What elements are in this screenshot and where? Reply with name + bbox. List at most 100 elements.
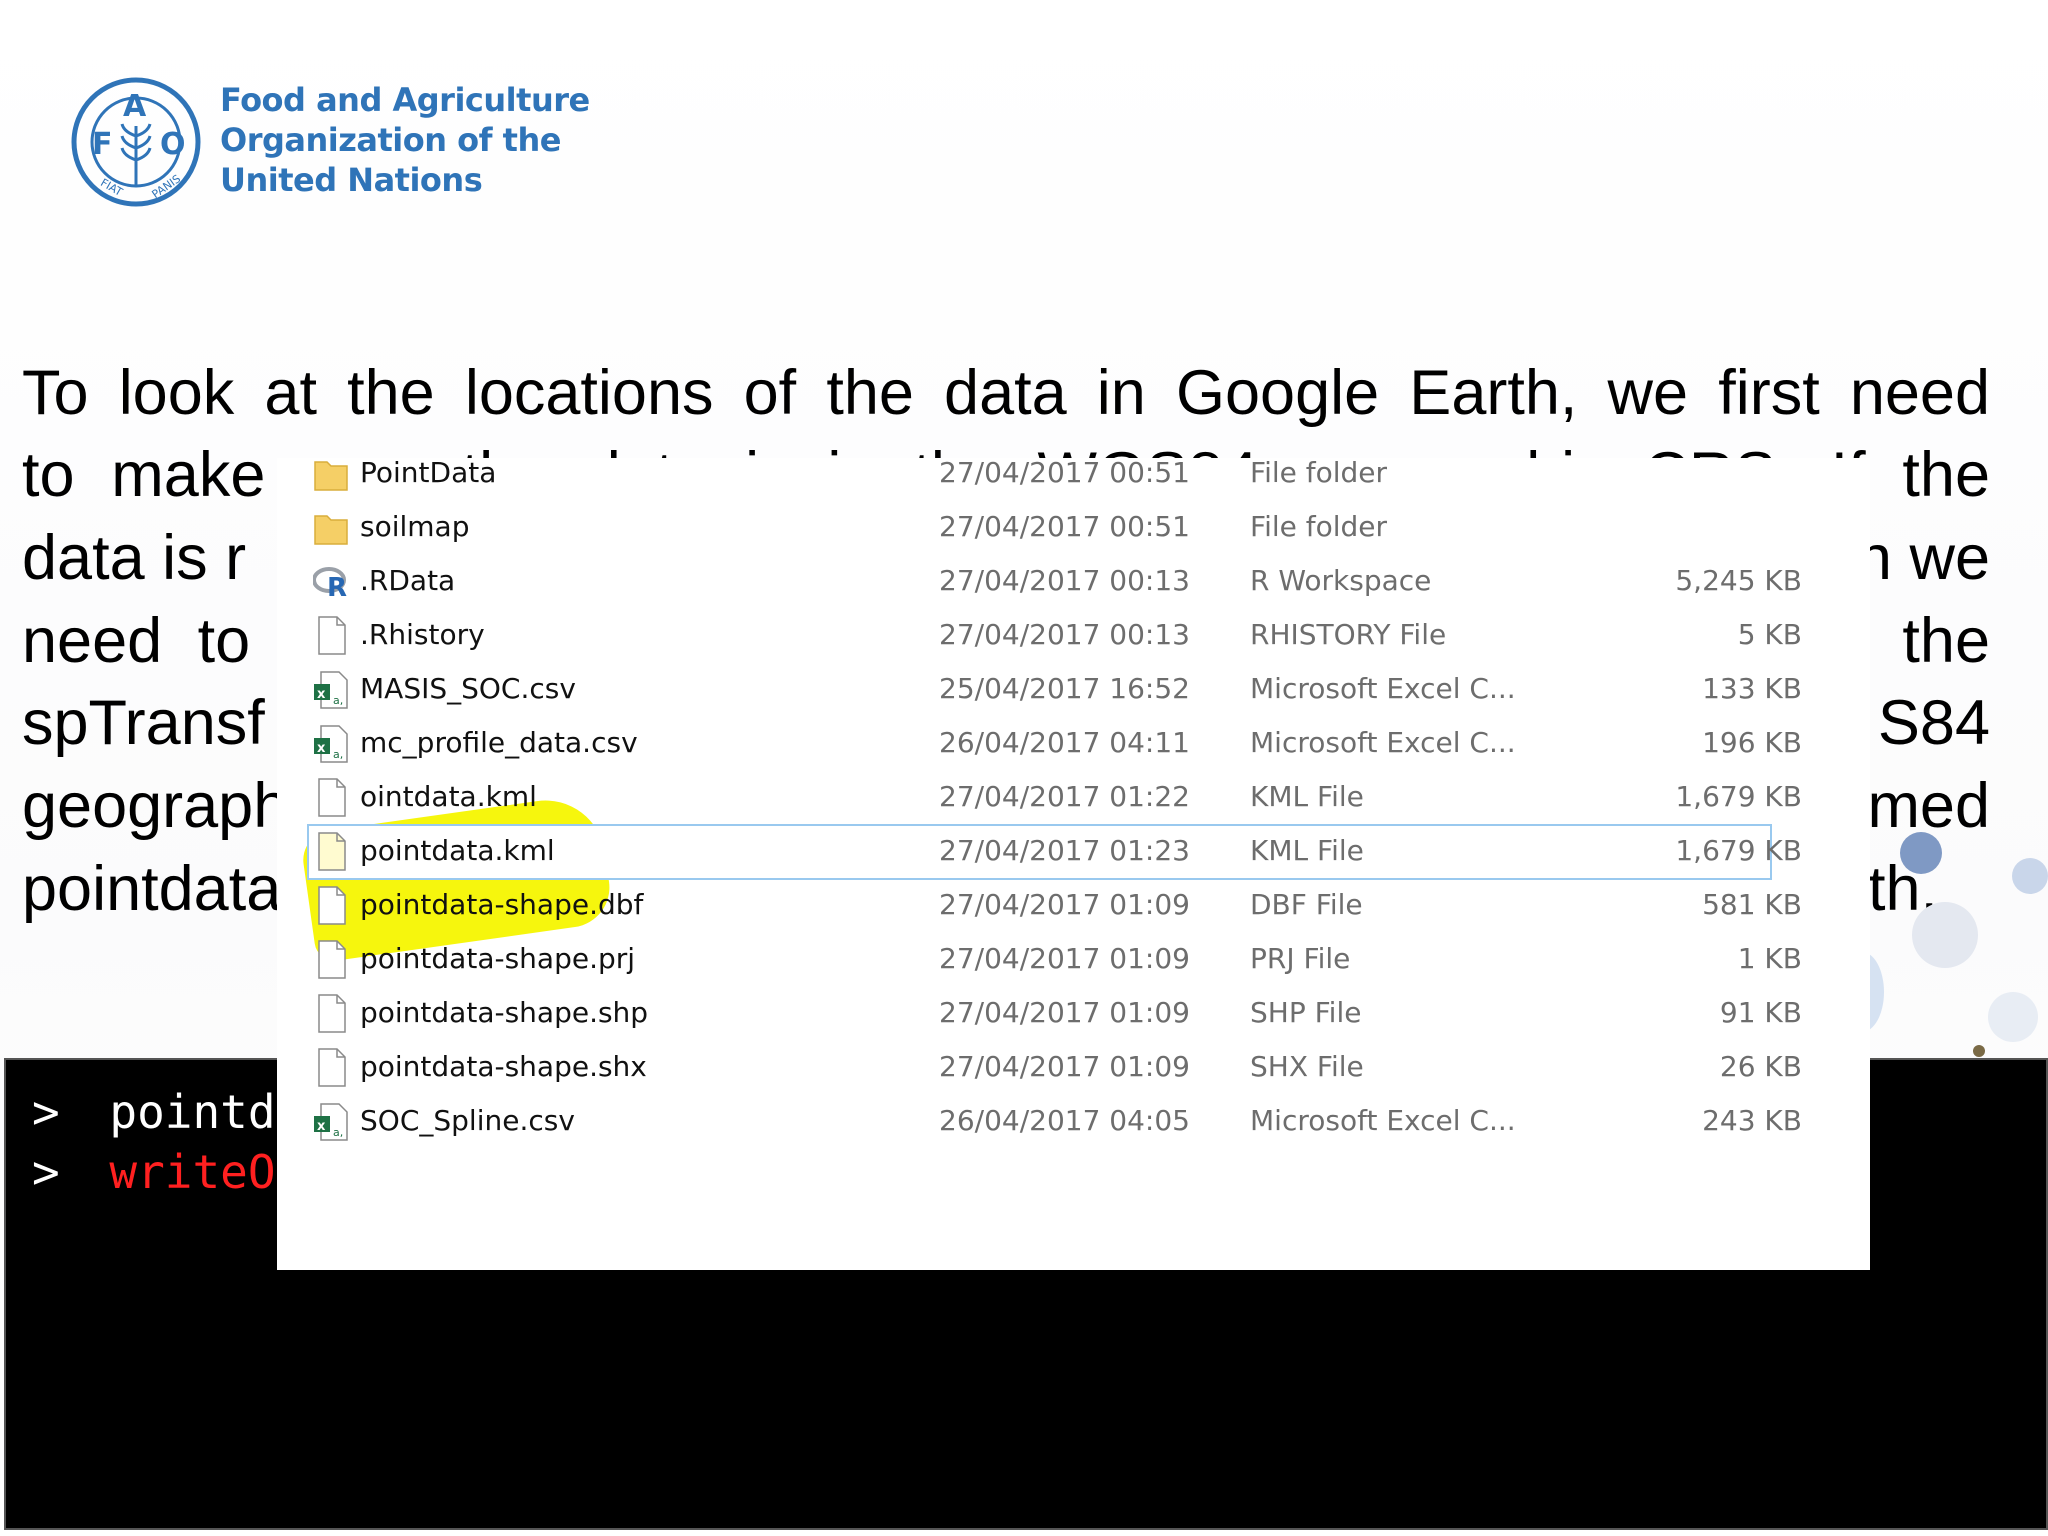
file-row[interactable]: pointdata-shape.shp 27/04/2017 01:09 SHP F… — [277, 986, 1870, 1040]
svg-text:a,: a, — [333, 1126, 343, 1139]
svg-text:a,: a, — [333, 748, 343, 761]
file-icon — [313, 884, 349, 926]
file-row[interactable]: x a, MASIS_SOC.csv 25/04/2017 16:52 Microsof… — [277, 662, 1870, 716]
file-row[interactable]: .Rhistory 27/04/2017 00:13 RHISTORY File 5 … — [277, 608, 1870, 662]
decorative-bubble — [2012, 858, 2048, 894]
excel-csv-icon: x a, — [313, 722, 349, 764]
file-name: ointdata.kml — [360, 780, 537, 813]
file-type: R Workspace — [1250, 564, 1432, 597]
date-modified: 27/04/2017 01:23 — [939, 834, 1190, 867]
excel-csv-icon: x a, — [313, 1100, 349, 1142]
file-name: pointdata-shape.shp — [360, 996, 649, 1029]
file-explorer-list: PointData 27/04/2017 00:51 File folder soil… — [277, 458, 1870, 1270]
org-name-line-1: Food and Agriculture — [220, 81, 590, 119]
date-modified: 27/04/2017 00:13 — [939, 618, 1190, 651]
file-type: KML File — [1250, 834, 1364, 867]
file-type: DBF File — [1250, 888, 1363, 921]
file-name: soilmap — [360, 510, 470, 543]
date-modified: 27/04/2017 01:09 — [939, 942, 1190, 975]
svg-text:O: O — [160, 127, 186, 162]
paragraph-line-4: need to — [22, 606, 251, 676]
file-type: RHISTORY File — [1250, 618, 1447, 651]
fao-wordmark: Food and Agriculture Organization of the… — [220, 80, 590, 200]
file-row[interactable]: x a, mc_profile_data.csv 26/04/2017 04:11 Mi… — [277, 716, 1870, 770]
console-command-2: writeOG — [109, 1145, 304, 1199]
file-icon — [313, 614, 349, 656]
fao-logo: F A O FIAT PANIS Food and Agriculture Or… — [70, 76, 590, 216]
paragraph-line-3: data is r — [22, 523, 247, 593]
file-size: 26 KB — [1719, 1050, 1802, 1083]
file-name: pointdata.kml — [360, 834, 555, 867]
file-name: mc_profile_data.csv — [360, 726, 638, 759]
file-name: SOC_Spline.csv — [360, 1104, 575, 1137]
console-prompt: > — [32, 1145, 60, 1199]
file-icon — [313, 992, 349, 1034]
file-size: 91 KB — [1719, 996, 1802, 1029]
svg-text:A: A — [123, 89, 147, 124]
decorative-bubble — [1973, 1045, 1985, 1057]
file-type: File folder — [1250, 458, 1388, 489]
paragraph-line-7: pointdata — [22, 854, 282, 924]
paragraph-right-fragment-1: n we — [1856, 523, 1990, 593]
file-size: 196 KB — [1702, 726, 1802, 759]
file-type: File folder — [1250, 510, 1388, 543]
org-name-line-2: Organization of the — [220, 121, 561, 159]
file-type: Microsoft Excel C... — [1250, 672, 1516, 705]
file-type: SHP File — [1250, 996, 1362, 1029]
file-size: 581 KB — [1702, 888, 1802, 921]
fao-emblem-icon: F A O FIAT PANIS — [71, 77, 201, 207]
date-modified: 27/04/2017 00:51 — [939, 458, 1190, 489]
file-name: pointdata-shape.shx — [360, 1050, 647, 1083]
date-modified: 27/04/2017 01:09 — [939, 996, 1190, 1029]
file-icon — [313, 776, 349, 818]
file-name: .RData — [360, 564, 456, 597]
date-modified: 27/04/2017 00:13 — [939, 564, 1190, 597]
file-name: pointdata-shape.prj — [360, 942, 636, 975]
decorative-bubble — [1900, 832, 1942, 874]
svg-text:x: x — [317, 687, 326, 702]
file-icon — [313, 938, 349, 980]
svg-text:x: x — [317, 1119, 326, 1134]
file-name: MASIS_SOC.csv — [360, 672, 576, 705]
decorative-bubble — [1912, 902, 1978, 968]
svg-text:R: R — [327, 573, 347, 602]
file-size: 1,679 KB — [1675, 834, 1802, 867]
svg-text:a,: a, — [333, 694, 343, 707]
date-modified: 26/04/2017 04:05 — [939, 1104, 1190, 1137]
file-row[interactable]: soilmap 27/04/2017 00:51 File folder — [277, 500, 1870, 554]
date-modified: 25/04/2017 16:52 — [939, 672, 1190, 705]
file-type: KML File — [1250, 780, 1364, 813]
file-size: 243 KB — [1702, 1104, 1802, 1137]
paragraph-line-1: To look at the locations of the data in … — [22, 358, 1990, 428]
file-size: 133 KB — [1702, 672, 1802, 705]
file-row[interactable]: R .RData 27/04/2017 00:13 R Workspace 5,245 … — [277, 554, 1870, 608]
file-type: SHX File — [1250, 1050, 1364, 1083]
file-size: 1 KB — [1737, 942, 1802, 975]
console-command-1: pointda — [109, 1085, 304, 1139]
file-row-selected[interactable]: pointdata.kml 27/04/2017 01:23 KML File 1,6… — [277, 824, 1870, 880]
file-row[interactable]: pointdata-shape.shx 27/04/2017 01:09 SHX F… — [277, 1040, 1870, 1094]
file-row[interactable]: pointdata-shape.prj 27/04/2017 01:09 PRJ F… — [277, 932, 1870, 986]
file-name: pointdata-shape.dbf — [360, 888, 644, 921]
paragraph-right-fragment-3: S84 — [1877, 688, 1990, 758]
date-modified: 27/04/2017 01:09 — [939, 888, 1190, 921]
svg-text:F: F — [92, 127, 113, 162]
file-size: 1,679 KB — [1675, 780, 1802, 813]
file-row[interactable]: pointdata-shape.dbf 27/04/2017 01:09 DBF F… — [277, 878, 1870, 932]
file-row[interactable]: PointData 27/04/2017 00:51 File folder — [277, 458, 1870, 500]
console-prompt: > — [32, 1085, 60, 1139]
file-icon — [313, 1046, 349, 1088]
paragraph-line-5: spTransf — [22, 688, 265, 758]
file-name: .Rhistory — [360, 618, 485, 651]
file-type: Microsoft Excel C... — [1250, 1104, 1516, 1137]
excel-csv-icon: x a, — [313, 668, 349, 710]
file-type: Microsoft Excel C... — [1250, 726, 1516, 759]
file-name: PointData — [360, 458, 497, 489]
paragraph-right-fragment-2: the — [1902, 606, 1990, 676]
file-row[interactable]: x a, SOC_Spline.csv 26/04/2017 04:05 Microso… — [277, 1094, 1870, 1148]
file-row[interactable]: ointdata.kml 27/04/2017 01:22 KML File 1,67… — [277, 770, 1870, 824]
org-name-line-3: United Nations — [220, 161, 483, 199]
file-size: 5 KB — [1737, 618, 1802, 651]
date-modified: 27/04/2017 01:22 — [939, 780, 1190, 813]
file-size: 5,245 KB — [1675, 564, 1802, 597]
